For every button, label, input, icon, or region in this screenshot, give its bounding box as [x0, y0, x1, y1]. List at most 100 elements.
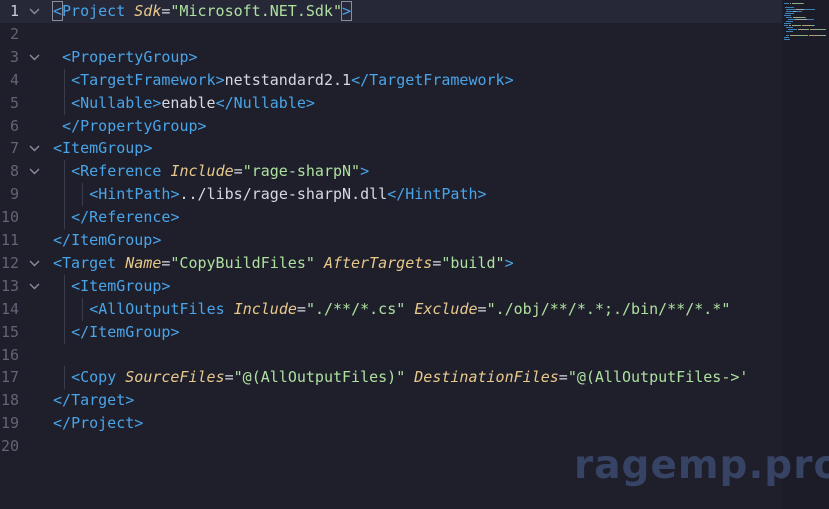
fold-chevron-icon[interactable]	[28, 275, 42, 298]
token-br: <	[51, 1, 64, 21]
token-br: >	[504, 253, 514, 272]
token-attr: Sdk	[134, 2, 162, 20]
code-content: </ItemGroup>	[71, 321, 179, 344]
code-line[interactable]: 19 </Project>	[0, 412, 782, 435]
code-content: <HintPath>../libs/rage-sharpN.dll</HintP…	[89, 183, 486, 206]
indent-guide	[64, 297, 66, 321]
code-line[interactable]: 17 <Copy SourceFiles="@(AllOutputFiles)" …	[0, 366, 782, 390]
token-tag: Reference	[80, 162, 162, 181]
code-content: </Reference>	[71, 206, 179, 229]
code-line[interactable]: 11 </ItemGroup>	[0, 229, 782, 252]
token-str: "rage-sharpN"	[242, 162, 361, 181]
token-tag: ItemGroup	[89, 322, 171, 341]
code-line[interactable]: 5 <Nullable>enable</Nullable>	[0, 91, 782, 115]
code-editor[interactable]: 1 <Project Sdk="Microsoft.NET.Sdk"> 2 3 <Pro…	[0, 0, 829, 509]
code-line[interactable]: 12 <Target Name = "CopyBuildFiles" AfterTar…	[0, 252, 782, 275]
indent-guide	[64, 183, 66, 207]
token-br: <	[71, 368, 81, 387]
code-line[interactable]: 8 <Reference Include="rage-sharpN">	[0, 160, 782, 184]
token-br: </	[53, 391, 72, 410]
indent-guide	[64, 160, 66, 184]
code-line[interactable]: 9 <HintPath>../libs/rage-sharpN.dll</Hint…	[0, 183, 782, 207]
minimap-stroke	[788, 39, 790, 40]
token-tag: Project	[71, 414, 135, 433]
token-tag: PropertyGroup	[80, 116, 198, 135]
line-number: 2	[9, 24, 19, 43]
indent-guide	[64, 68, 66, 92]
code-line[interactable]: 18 </Target>	[0, 389, 782, 412]
token-tag: ItemGroup	[71, 231, 153, 249]
code-content: </ItemGroup>	[53, 229, 161, 252]
token-br: >	[504, 70, 514, 89]
line-number: 18	[0, 391, 19, 410]
line-number: 15	[0, 322, 19, 341]
code-content: <Project Sdk="Microsoft.NET.Sdk">	[51, 0, 353, 23]
token-eq: =	[432, 253, 442, 272]
token-tag: Reference	[89, 208, 171, 227]
token-br: >	[152, 231, 162, 249]
line-number: 8	[9, 162, 19, 181]
code-content: <Nullable>enable</Nullable>	[71, 92, 315, 115]
minimap-stroke	[814, 29, 826, 30]
token-eq: =	[233, 162, 243, 181]
token-eq: =	[296, 299, 306, 318]
code-line[interactable]: 13 <ItemGroup>	[0, 274, 782, 298]
token-str: "./obj/**/*.*;./bin/**/*.*"	[486, 299, 731, 318]
token-txt: ../libs/rage-sharpN.dll	[179, 185, 388, 204]
code-line[interactable]: 6 </PropertyGroup>	[0, 115, 782, 138]
token-eq: =	[558, 368, 568, 387]
minimap-stroke	[786, 7, 794, 8]
token-br: </	[62, 116, 81, 135]
fold-chevron-icon[interactable]	[28, 160, 42, 183]
token-br: >	[170, 208, 180, 227]
token-br: <	[89, 185, 99, 204]
minimap-stroke	[792, 31, 794, 32]
token-br: </	[351, 70, 370, 89]
token-str: "Microsoft.NET.Sdk"	[170, 2, 342, 20]
line-number: 5	[9, 93, 19, 112]
code-line[interactable]: 2	[0, 23, 782, 46]
token-str: "build"	[441, 253, 505, 272]
fold-chevron-icon[interactable]	[28, 137, 42, 160]
code-line[interactable]: 7 <ItemGroup>	[0, 137, 782, 160]
minimap-stroke	[802, 29, 809, 30]
line-number: 11	[0, 231, 19, 249]
code-line[interactable]: 1 <Project Sdk="Microsoft.NET.Sdk">	[0, 0, 782, 23]
minimap-stroke	[788, 37, 790, 38]
code-content: <Reference Include="rage-sharpN">	[71, 160, 369, 183]
minimap[interactable]	[782, 0, 829, 509]
code-content: </Target>	[53, 389, 134, 412]
code-line[interactable]: 15 </ItemGroup>	[0, 320, 782, 344]
minimap-stroke	[787, 9, 796, 10]
token-br: >	[188, 47, 198, 66]
token-attr: Include	[170, 162, 234, 181]
fold-chevron-icon[interactable]	[28, 46, 42, 69]
code-line[interactable]: 10 </Reference>	[0, 206, 782, 230]
token-attr: Include	[233, 299, 297, 318]
minimap-stroke	[796, 9, 805, 10]
minimap-stroke	[802, 25, 809, 26]
token-str: "./**/*.cs"	[305, 299, 406, 318]
minimap-stroke	[789, 15, 791, 16]
minimap-stroke	[787, 17, 793, 18]
code-line[interactable]: 3 <PropertyGroup>	[0, 46, 782, 69]
code-line[interactable]: 4 <TargetFramework>netstandard2.1</Target…	[0, 68, 782, 92]
line-number: 13	[0, 276, 19, 295]
code-line[interactable]: 16	[0, 344, 782, 367]
token-br: >	[170, 322, 180, 341]
token-eq: =	[224, 368, 234, 387]
token-str: "@(AllOutputFiles->'	[567, 368, 749, 387]
token-eq: =	[477, 299, 487, 318]
code-content: <TargetFramework>netstandard2.1</TargetF…	[71, 69, 514, 92]
line-number: 4	[9, 70, 19, 89]
fold-chevron-icon[interactable]	[28, 252, 42, 275]
minimap-stroke	[813, 9, 815, 10]
line-number: 14	[0, 299, 19, 318]
fold-chevron-icon[interactable]	[28, 0, 42, 23]
minimap-stroke	[785, 3, 789, 4]
code-line[interactable]: 14 <AllOutputFiles Include="./**/*.cs" Ex…	[0, 297, 782, 321]
line-number: 6	[9, 116, 19, 135]
